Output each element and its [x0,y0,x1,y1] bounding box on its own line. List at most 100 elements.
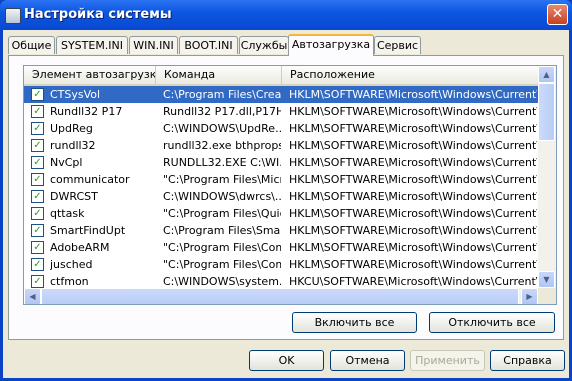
row-checkbox[interactable]: ✓ [31,275,44,288]
cancel-button[interactable]: Отмена [330,350,405,371]
enable-all-button[interactable]: Включить все [292,312,417,333]
column-header-command[interactable]: Команда [156,66,282,84]
row-location: HKLM\SOFTWARE\Microsoft\Windows\CurrentV… [289,258,537,271]
row-item-name: NvCpl [50,156,83,169]
list-row[interactable]: ✓ rundll32 rundll32.exe bthprops... HKLM… [24,137,538,154]
row-checkbox[interactable]: ✓ [31,105,44,118]
app-icon [5,8,21,24]
column-header-location[interactable]: Расположение [282,66,538,84]
tab-startup[interactable]: Автозагрузка [288,34,374,56]
row-item-name: rundll32 [50,139,96,152]
vertical-scroll-thumb[interactable] [538,83,555,141]
list-row[interactable]: ✓ communicator "C:\Program Files\Micr...… [24,171,538,188]
startup-tab-panel: Элемент автозагрузки Команда Расположени… [8,55,564,340]
scroll-left-button[interactable]: ◀ [24,288,41,304]
row-location: HKLM\SOFTWARE\Microsoft\Windows\CurrentV… [289,156,537,169]
row-location: HKLM\SOFTWARE\Microsoft\Windows\CurrentV… [289,105,537,118]
row-checkbox[interactable]: ✓ [31,241,44,254]
apply-button[interactable]: Применить [410,350,485,371]
list-header: Элемент автозагрузки Команда Расположени… [24,66,538,86]
row-location: HKLM\SOFTWARE\Microsoft\Windows\CurrentV… [289,139,537,152]
list-row[interactable]: ✓ jusched "C:\Program Files\Com... HKLM\… [24,256,538,273]
scroll-down-button[interactable]: ▼ [538,271,555,288]
tab-system-ini[interactable]: SYSTEM.INI [56,36,128,54]
scroll-right-button[interactable]: ▶ [521,288,538,304]
list-rows: ✓ CTSysVol C:\Program Files\Crea... HKLM… [24,86,538,288]
row-command: C:\WINDOWS\system... [163,275,281,288]
row-checkbox[interactable]: ✓ [31,139,44,152]
list-row[interactable]: ✓ NvCpl RUNDLL32.EXE C:\WI... HKLM\SOFTW… [24,154,538,171]
row-item-name: SmartFindUpt [50,224,126,237]
arrow-up-icon: ▲ [543,70,550,79]
row-item-name: communicator [50,173,130,186]
close-button[interactable]: ✕ [547,4,568,25]
arrow-right-icon: ▶ [526,292,533,301]
list-row[interactable]: ✓ qttask "C:\Program Files\Quic... HKLM\… [24,205,538,222]
row-checkbox[interactable]: ✓ [31,88,44,101]
row-location: HKLM\SOFTWARE\Microsoft\Windows\CurrentV… [289,88,537,101]
arrow-down-icon: ▼ [543,275,550,284]
row-item-name: DWRCST [50,190,98,203]
row-command: C:\WINDOWS\dwrcs\... [163,190,281,203]
row-command: "C:\Program Files\Quic... [163,207,281,220]
list-row[interactable]: ✓ CTSysVol C:\Program Files\Crea... HKLM… [24,86,538,103]
row-location: HKLM\SOFTWARE\Microsoft\Windows\CurrentV… [289,122,537,135]
row-command: C:\WINDOWS\UpdRe... [163,122,281,135]
row-checkbox[interactable]: ✓ [31,156,44,169]
list-row[interactable]: ✓ DWRCST C:\WINDOWS\dwrcs\... HKLM\SOFTW… [24,188,538,205]
vertical-scrollbar[interactable]: ▲ ▼ [538,66,556,288]
tab-win-ini[interactable]: WIN.INI [129,36,178,54]
tab-general[interactable]: Общие [8,36,55,54]
scrollbar-corner [538,288,556,304]
row-location: HKLM\SOFTWARE\Microsoft\Windows\CurrentV… [289,241,537,254]
row-command: "C:\Program Files\Com... [163,258,281,271]
row-location: HKLM\SOFTWARE\Microsoft\Windows\CurrentV… [289,190,537,203]
row-location: HKLM\SOFTWARE\Microsoft\Windows\CurrentV… [289,224,537,237]
close-icon: ✕ [551,6,564,22]
arrow-left-icon: ◀ [29,292,36,301]
row-item-name: CTSysVol [50,88,101,101]
startup-list[interactable]: Элемент автозагрузки Команда Расположени… [23,65,557,305]
row-command: C:\Program Files\Smar... [163,224,281,237]
row-checkbox[interactable]: ✓ [31,258,44,271]
row-command: rundll32.exe bthprops... [163,139,281,152]
row-checkbox[interactable]: ✓ [31,224,44,237]
row-location: HKLM\SOFTWARE\Microsoft\Windows\CurrentV… [289,173,537,186]
row-command: C:\Program Files\Crea... [163,88,281,101]
row-item-name: ctfmon [50,275,89,288]
row-command: RUNDLL32.EXE C:\WI... [163,156,281,169]
disable-all-button[interactable]: Отключить все [429,312,555,333]
row-checkbox[interactable]: ✓ [31,122,44,135]
column-header-item[interactable]: Элемент автозагрузки [24,66,156,84]
row-checkbox[interactable]: ✓ [31,173,44,186]
row-location: HKCU\SOFTWARE\Microsoft\Windows\CurrentV… [289,275,537,288]
ok-button[interactable]: OK [249,350,324,371]
row-item-name: qttask [50,207,85,220]
title-bar[interactable]: Настройка системы ✕ [0,0,572,30]
row-location: HKLM\SOFTWARE\Microsoft\Windows\CurrentV… [289,207,537,220]
list-row[interactable]: ✓ UpdReg C:\WINDOWS\UpdRe... HKLM\SOFTWA… [24,120,538,137]
list-row[interactable]: ✓ Rundll32 P17 Rundll32 P17.dll,P17H... … [24,103,538,120]
scroll-up-button[interactable]: ▲ [538,66,555,83]
horizontal-scroll-thumb[interactable] [41,288,519,304]
list-row[interactable]: ✓ AdobeARM "C:\Program Files\Com... HKLM… [24,239,538,256]
tab-services[interactable]: Службы [239,36,289,54]
row-checkbox[interactable]: ✓ [31,190,44,203]
list-row[interactable]: ✓ ctfmon C:\WINDOWS\system... HKCU\SOFTW… [24,273,538,288]
system-configuration-window: Настройка системы ✕ Общие SYSTEM.INI WIN… [0,0,572,381]
row-item-name: AdobeARM [50,241,110,254]
help-button[interactable]: Справка [490,350,565,371]
tab-tools[interactable]: Сервис [374,36,421,54]
tab-boot-ini[interactable]: BOOT.INI [179,36,238,54]
row-command: Rundll32 P17.dll,P17H... [163,105,281,118]
row-item-name: UpdReg [50,122,93,135]
horizontal-scrollbar[interactable]: ◀ ▶ [24,288,538,304]
list-row[interactable]: ✓ SmartFindUpt C:\Program Files\Smar... … [24,222,538,239]
window-title: Настройка системы [24,7,172,22]
row-item-name: Rundll32 P17 [50,105,123,118]
row-command: "C:\Program Files\Com... [163,241,281,254]
row-checkbox[interactable]: ✓ [31,207,44,220]
dialog-client-area: Общие SYSTEM.INI WIN.INI BOOT.INI Службы… [3,30,569,378]
row-item-name: jusched [50,258,93,271]
row-command: "C:\Program Files\Micr... [163,173,281,186]
